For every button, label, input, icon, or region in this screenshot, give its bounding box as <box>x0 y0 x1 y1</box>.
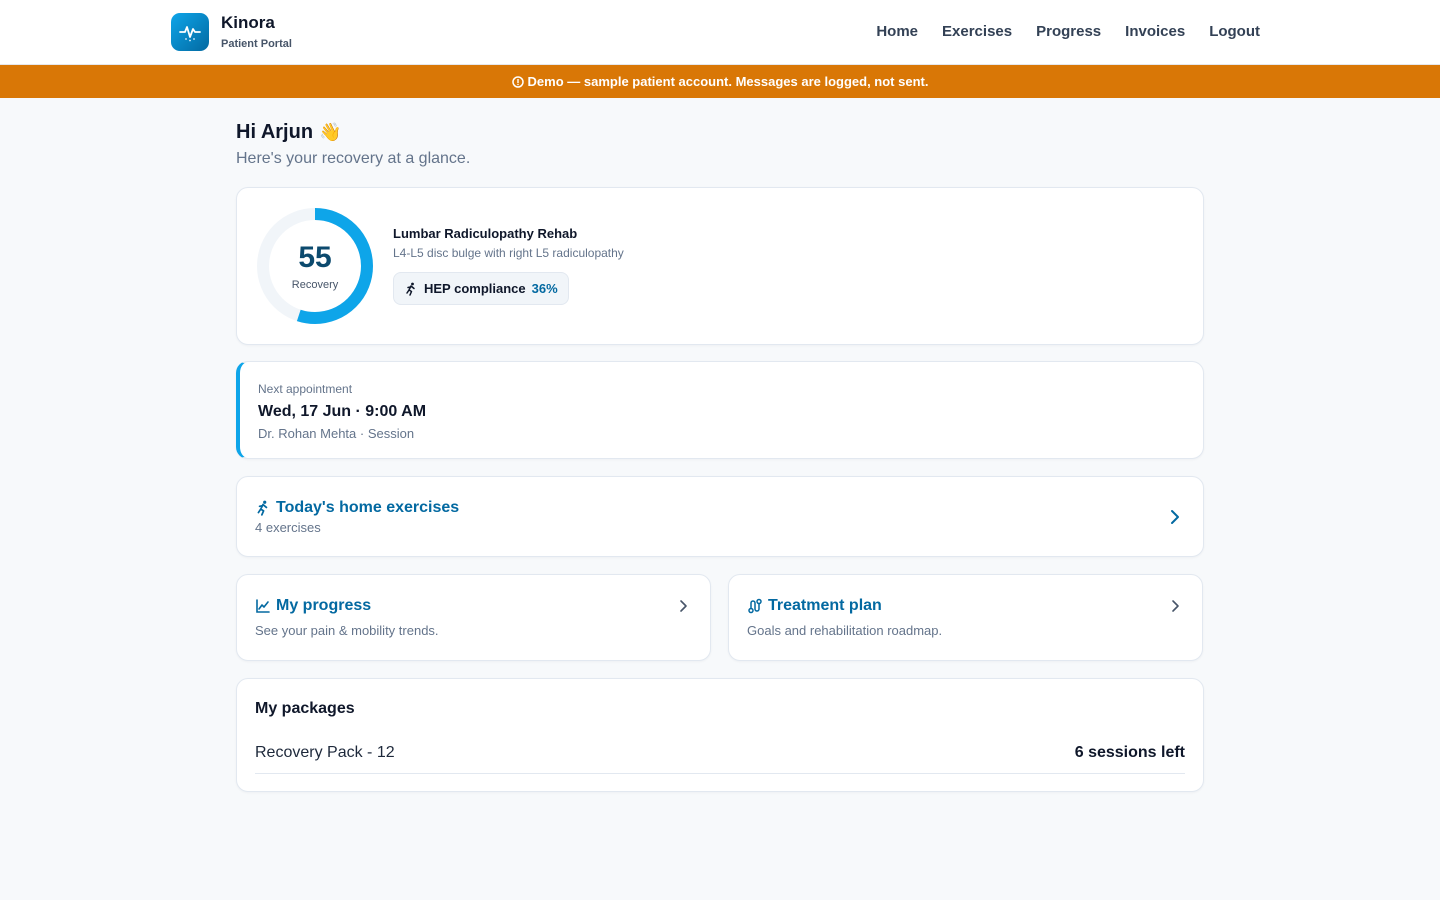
running-icon <box>255 500 271 516</box>
top-header: Kinora Patient Portal Home Exercises Pro… <box>0 0 1440 65</box>
hep-compliance-badge: HEP compliance 36% <box>393 272 569 305</box>
nav-logout[interactable]: Logout <box>1209 22 1260 42</box>
condition-diagnosis: L4-L5 disc bulge with right L5 radiculop… <box>393 246 624 260</box>
chevron-right-icon <box>1170 599 1180 613</box>
progress-title: My progress <box>255 596 439 616</box>
package-name: Recovery Pack - 12 <box>255 744 395 761</box>
next-appointment-card[interactable]: Next appointment Wed, 17 Jun · 9:00 AM D… <box>236 361 1204 459</box>
recovery-label: Recovery <box>291 279 339 291</box>
brand-name: Kinora <box>221 13 275 32</box>
main-content: Hi Arjun 👋 Here's your recovery at a gla… <box>236 98 1204 792</box>
nav-progress[interactable]: Progress <box>1036 22 1101 42</box>
nav-invoices[interactable]: Invoices <box>1125 22 1185 42</box>
exercises-count: 4 exercises <box>255 520 321 535</box>
package-row: Recovery Pack - 12 6 sessions left <box>255 743 1185 774</box>
progress-title-text: My progress <box>276 597 372 614</box>
nav-home[interactable]: Home <box>876 22 918 42</box>
exercises-title-text: Today's home exercises <box>276 499 460 516</box>
brand[interactable]: Kinora Patient Portal <box>171 13 292 51</box>
running-icon <box>404 282 418 296</box>
demo-banner: Demo — sample patient account. Messages … <box>0 65 1440 98</box>
recovery-score-block: 55 Recovery <box>255 206 375 326</box>
appointment-details: Dr. Rohan Mehta · Session <box>258 426 415 441</box>
info-icon <box>511 75 524 88</box>
progress-desc: See your pain & mobility trends. <box>255 623 439 638</box>
my-progress-card[interactable]: My progress See your pain & mobility tre… <box>236 574 711 661</box>
hep-value: 36% <box>531 281 558 296</box>
brand-subtitle: Patient Portal <box>221 38 292 50</box>
greeting-subtitle: Here's your recovery at a glance. <box>236 150 471 167</box>
demo-banner-text: Demo — sample patient account. Messages … <box>527 74 929 89</box>
appointment-label: Next appointment <box>258 382 353 396</box>
appointment-datetime: Wed, 17 Jun · 9:00 AM <box>258 403 427 420</box>
greeting-title: Hi Arjun <box>236 121 314 143</box>
treatment-title-text: Treatment plan <box>768 597 882 614</box>
greeting-heading: Hi Arjun 👋 <box>236 120 1204 144</box>
treatment-plan-card[interactable]: Treatment plan Goals and rehabilitation … <box>728 574 1203 661</box>
main-nav: Home Exercises Progress Invoices Logout <box>876 22 1260 42</box>
packages-title: My packages <box>255 700 355 717</box>
exercises-title: Today's home exercises <box>255 498 459 518</box>
packages-card: My packages Recovery Pack - 12 6 session… <box>236 678 1204 792</box>
package-sessions-left: 6 sessions left <box>1074 744 1185 761</box>
chart-line-icon <box>255 598 271 614</box>
nav-exercises[interactable]: Exercises <box>942 22 1012 42</box>
hep-label: HEP compliance <box>424 281 526 296</box>
waving-hand-icon: 👋 <box>319 122 342 142</box>
condition-title: Lumbar Radiculopathy Rehab <box>393 226 578 241</box>
treatment-desc: Goals and rehabilitation roadmap. <box>747 623 943 638</box>
condition-info: Lumbar Radiculopathy Rehab L4-L5 disc bu… <box>393 226 624 305</box>
chevron-right-icon <box>678 599 688 613</box>
treatment-title: Treatment plan <box>747 596 942 616</box>
recovery-card: 55 Recovery Lumbar Radiculopathy Rehab L… <box>236 187 1204 345</box>
quick-links-row: My progress See your pain & mobility tre… <box>236 574 1204 661</box>
todays-exercises-card[interactable]: Today's home exercises 4 exercises <box>236 476 1204 557</box>
route-icon <box>747 598 763 614</box>
pulse-icon <box>171 13 209 51</box>
recovery-score: 55 <box>298 241 332 274</box>
chevron-right-icon <box>1169 509 1181 525</box>
